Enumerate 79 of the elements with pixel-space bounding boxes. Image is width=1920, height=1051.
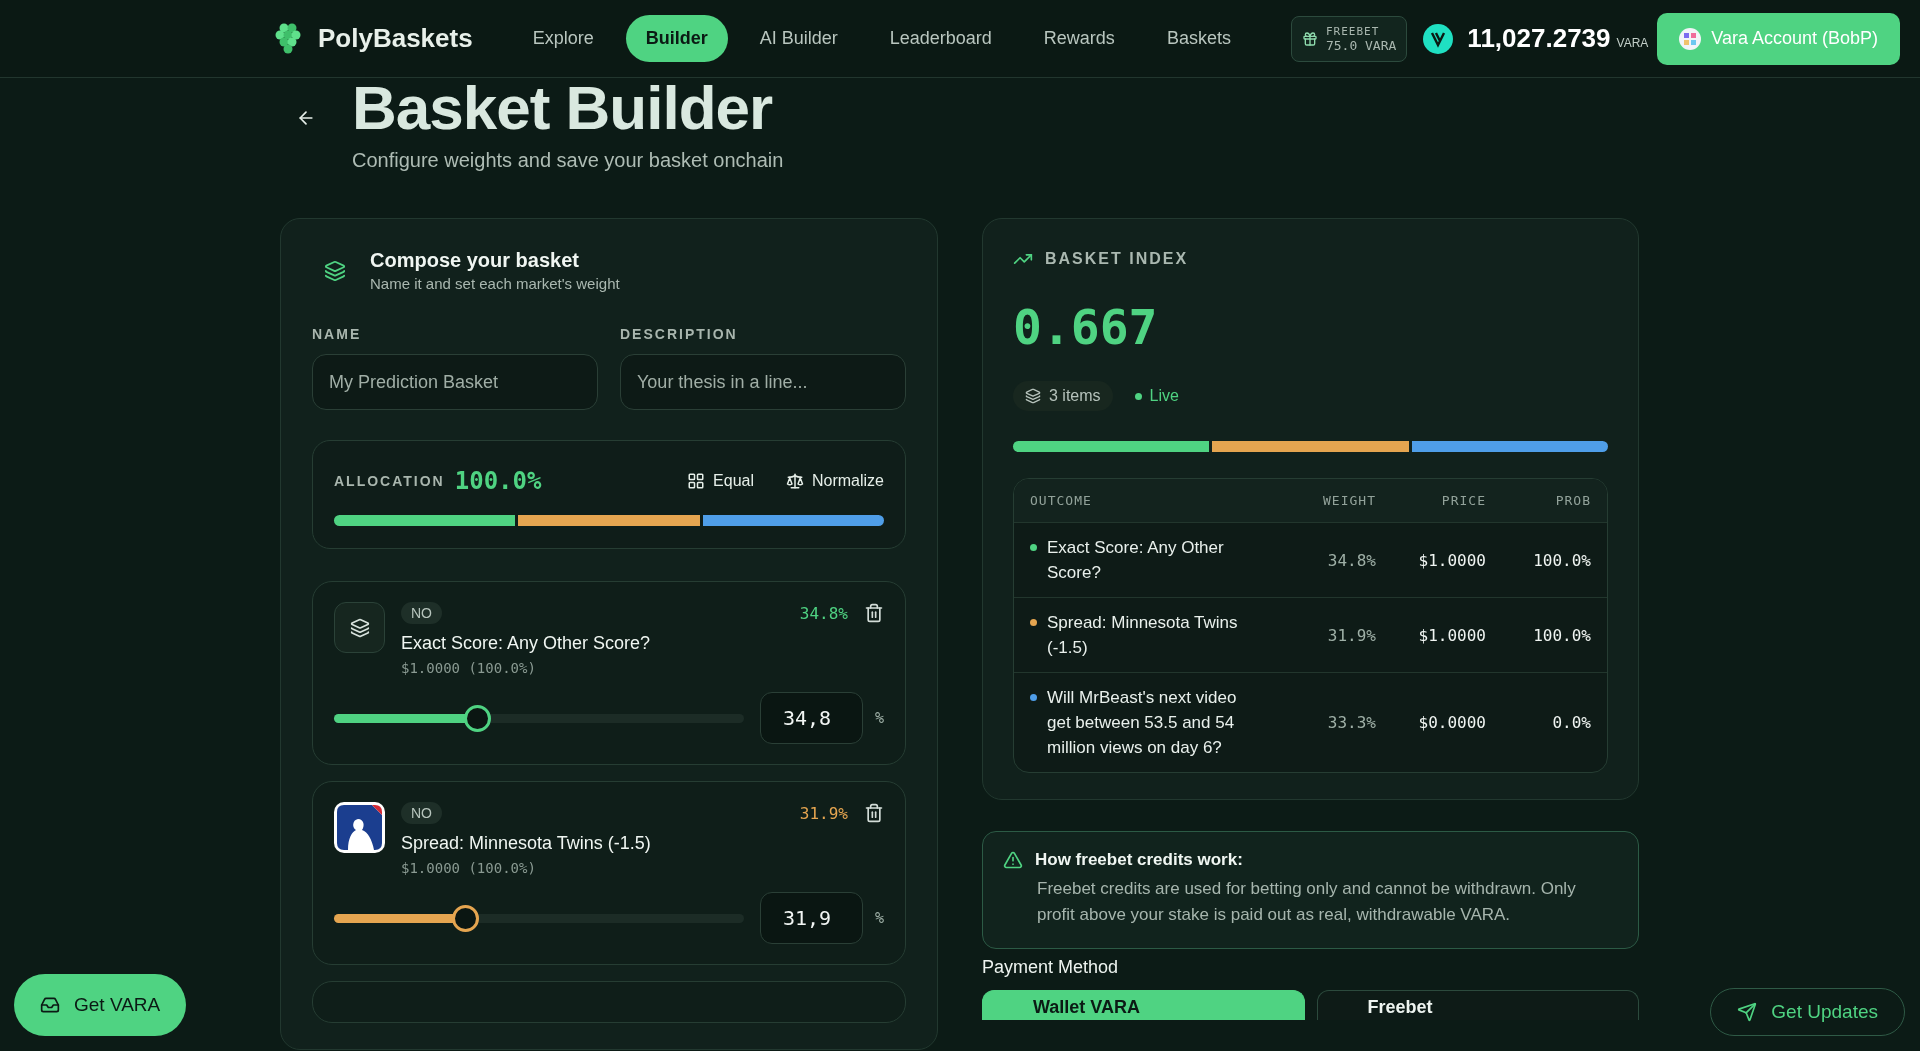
nav-link[interactable]: Builder	[625, 15, 728, 62]
layers-icon	[324, 259, 346, 282]
market-title: Exact Score: Any Other Score?	[401, 633, 652, 654]
allocation-label: ALLOCATION	[334, 473, 445, 489]
percent-unit: %	[874, 709, 884, 727]
grid-icon	[687, 472, 706, 490]
get-vara-button[interactable]: Get VARA	[14, 974, 187, 1036]
balance-unit: VARA	[1616, 35, 1649, 50]
send-icon	[1737, 1002, 1758, 1022]
text-field[interactable]: Your thesis in a line...	[620, 354, 906, 410]
nav-link[interactable]: Leaderboard	[869, 15, 1012, 62]
field-label: NAME	[312, 326, 363, 342]
freebet-label: FREEBET	[1325, 24, 1381, 38]
panel-title: Compose your basket	[370, 249, 580, 272]
delete-button[interactable]	[864, 603, 884, 623]
info-title: How freebet credits work:	[1035, 850, 1243, 870]
info-text: Freebet credits are used for betting only and cannot be withdrawn. Only profit above your stake is paid out as real, withdrawable VARA.	[1037, 878, 1577, 926]
inbox-icon	[40, 995, 60, 1015]
table-cell-text: 34.8%	[1326, 550, 1376, 570]
table-cell-text: $1.0000	[1417, 625, 1486, 645]
page-subtitle: Configure weights and save your basket onchain	[352, 149, 784, 172]
column-header: PRICE	[1440, 493, 1486, 508]
live-status: Live	[1134, 387, 1179, 405]
column-header: WEIGHT	[1322, 493, 1376, 508]
weight-slider[interactable]	[334, 904, 744, 932]
market-weight: 34.8%	[799, 603, 848, 623]
table-cell-text: Exact Score: Any Other Score?	[1047, 537, 1225, 584]
nav-link[interactable]: Explore	[512, 15, 614, 62]
delete-button[interactable]	[864, 803, 884, 823]
table-cell-text: 33.3%	[1326, 713, 1376, 732]
field-label: DESCRIPTION	[620, 326, 739, 342]
table-cell-text: 0.0%	[1551, 713, 1591, 732]
table-cell-text: 100.0%	[1532, 625, 1591, 645]
index-value: 0.667	[1013, 299, 1159, 355]
payment-option[interactable]: Wallet VARA	[982, 990, 1305, 1020]
slider-thumb[interactable]	[451, 904, 479, 932]
layers-icon	[349, 617, 370, 638]
allocation-total: 100.0%	[454, 467, 542, 495]
coin-icon	[1423, 23, 1454, 54]
page-title: Basket Builder	[352, 72, 774, 143]
avatar-icon	[1679, 27, 1702, 50]
payment-label: Payment Method	[982, 957, 1120, 978]
team-logo-icon	[334, 802, 385, 853]
market-weight: 31.9%	[799, 803, 848, 823]
allocation-action[interactable]: Equal	[687, 472, 754, 490]
scale-icon	[786, 472, 804, 490]
index-label: BASKET INDEX	[1045, 250, 1189, 268]
market-price: $1.0000 (100.0%)	[401, 860, 537, 876]
table-cell-text: $1.0000	[1417, 550, 1486, 570]
panel-subtitle: Name it and set each market's weight	[370, 275, 620, 292]
nav-link[interactable]: AI Builder	[739, 15, 858, 62]
table-cell-text: Spread: Minnesota Twins (-1.5)	[1047, 612, 1239, 659]
items-badge: 3 items	[1013, 381, 1113, 411]
table-cell-text: $0.0000	[1417, 713, 1486, 732]
slider-thumb[interactable]	[463, 704, 491, 732]
gift-icon	[1301, 30, 1318, 47]
column-header: PROB	[1554, 493, 1591, 508]
table-cell-text: Will MrBeast's next video get between 53.5 and 54 million views on day 6?	[1047, 687, 1238, 759]
side-tag: NO	[401, 602, 442, 624]
allocation-action[interactable]: Normalize	[786, 472, 884, 490]
brand-name: PolyBaskets	[318, 23, 473, 54]
freebet-amount: 75.0 VARA	[1325, 37, 1397, 53]
percent-unit: %	[874, 909, 884, 927]
text-field[interactable]: My Prediction Basket	[312, 354, 598, 410]
payment-option[interactable]: Freebet	[1316, 990, 1639, 1020]
side-tag: NO	[401, 802, 442, 824]
table-cell-text: 100.0%	[1532, 550, 1591, 570]
weight-field[interactable]: 34,8	[759, 692, 863, 744]
warning-icon	[1003, 850, 1023, 870]
column-header: OUTCOME	[1030, 493, 1093, 508]
weight-slider[interactable]	[334, 704, 744, 732]
table-cell-text: 31.9%	[1326, 625, 1376, 645]
market-price: $1.0000 (100.0%)	[401, 660, 537, 676]
weight-field[interactable]: 31,9	[759, 892, 863, 944]
get-updates-button[interactable]: Get Updates	[1710, 988, 1905, 1036]
market-title: Spread: Minnesota Twins (-1.5)	[401, 833, 652, 854]
nav-link[interactable]: Baskets	[1146, 15, 1251, 62]
nav-link[interactable]: Rewards	[1023, 15, 1135, 62]
balance-amount: 11,027.2739	[1467, 23, 1611, 54]
